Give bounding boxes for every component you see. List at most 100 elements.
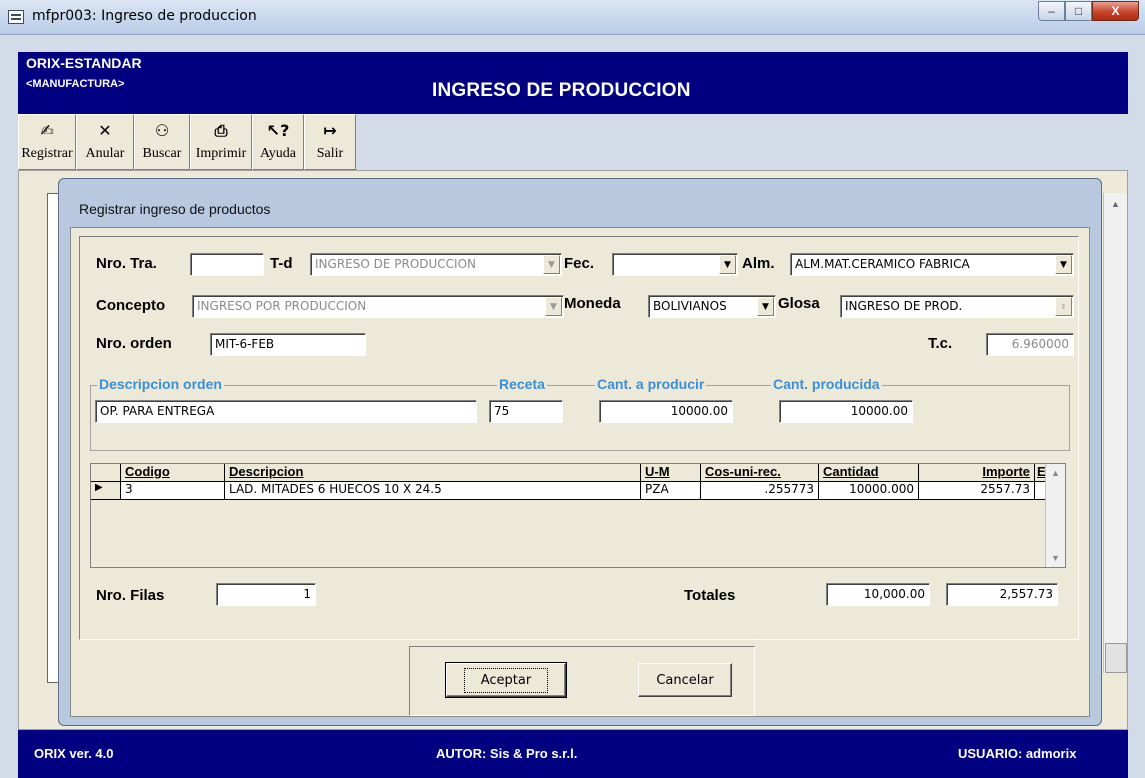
cell-um[interactable]: PZA: [641, 482, 701, 500]
fec-date-field[interactable]: ▼: [612, 253, 738, 276]
aceptar-button[interactable]: Aceptar: [445, 662, 567, 698]
dialog-title: Registrar ingreso de productos: [79, 201, 271, 217]
td-label: T-d: [270, 255, 293, 272]
total-cantidad-field[interactable]: 10,000.00: [826, 583, 930, 606]
imprimir-button[interactable]: ⎙ Imprimir: [190, 114, 252, 170]
button-frame: Aceptar Cancelar: [409, 646, 755, 716]
concepto-label: Concepto: [96, 297, 166, 314]
app-header: ORIX-ESTANDAR <MANUFACTURA> INGRESO DE P…: [18, 52, 1128, 114]
cell-cantidad[interactable]: 10000.000: [819, 482, 919, 500]
module-label: <MANUFACTURA>: [26, 78, 125, 90]
col-descripcion[interactable]: Descripcion: [225, 464, 641, 482]
cell-importe[interactable]: 2557.73: [919, 482, 1035, 500]
aceptar-label: Aceptar: [463, 667, 549, 693]
help-cursor-icon: ↖?: [266, 121, 290, 140]
table-row[interactable]: ▶ 3 LAD. MITADES 6 HUECOS 10 X 24.5 PZA …: [91, 482, 1047, 500]
receta-label: Receta: [497, 376, 547, 392]
cell-cos-uni-rec[interactable]: .255773: [701, 482, 819, 500]
scroll-up-arrow-icon[interactable]: ▲: [1104, 193, 1127, 215]
col-cantidad[interactable]: Cantidad: [819, 464, 919, 482]
imprimir-label: Imprimir: [195, 146, 247, 161]
col-um[interactable]: U-M: [641, 464, 701, 482]
scroll-down-arrow-icon[interactable]: ▼: [1046, 549, 1065, 567]
nro-tra-label: Nro. Tra.: [96, 255, 157, 272]
close-button[interactable]: X: [1092, 1, 1139, 21]
maximize-button[interactable]: □: [1065, 1, 1092, 21]
window-controls: – □ X: [1038, 1, 1139, 21]
items-grid[interactable]: Codigo Descripcion U-M Cos-uni-rec. Cant…: [90, 463, 1066, 568]
x-icon: ✕: [98, 121, 112, 140]
nro-filas-field[interactable]: 1: [216, 583, 316, 606]
app-icon: [8, 10, 24, 24]
scroll-thumb[interactable]: [1105, 643, 1127, 673]
version-label: ORIX ver. 4.0: [34, 746, 114, 761]
window-title: mfpr003: Ingreso de produccion: [32, 8, 257, 24]
nro-orden-label: Nro. orden: [96, 335, 172, 352]
total-importe-field[interactable]: 2,557.73: [946, 583, 1058, 606]
nro-tra-field[interactable]: [190, 253, 264, 276]
alm-label: Alm.: [742, 255, 775, 272]
totales-label: Totales: [684, 587, 736, 604]
buscar-button[interactable]: ⚇ Buscar: [134, 114, 190, 170]
fec-label: Fec.: [564, 255, 595, 272]
edit-hand-icon: ✍: [40, 121, 54, 140]
cell-codigo[interactable]: 3: [121, 482, 225, 500]
minimize-button[interactable]: –: [1038, 1, 1065, 21]
spin-arrows-icon[interactable]: ⇕: [1055, 297, 1072, 316]
chevron-down-icon[interactable]: ▼: [757, 297, 774, 316]
window-titlebar[interactable]: mfpr003: Ingreso de produccion – □ X: [0, 0, 1145, 35]
toolbar: ✍ Registrar ✕ Anular ⚇ Buscar ⎙ Imprimir…: [18, 114, 356, 170]
cancelar-button[interactable]: Cancelar: [638, 663, 732, 697]
dialog-client: Nro. Tra. T-d INGRESO DE PRODUCCION ▼ Fe…: [70, 227, 1090, 717]
form-panel: Nro. Tra. T-d INGRESO DE PRODUCCION ▼ Fe…: [79, 236, 1079, 640]
concepto-value: INGRESO POR PRODUCCION: [197, 299, 367, 313]
glosa-field[interactable]: INGRESO DE PROD. ⇕: [840, 295, 1074, 318]
registrar-ingreso-dialog: Registrar ingreso de productos Nro. Tra.…: [58, 178, 1102, 726]
scroll-up-arrow-icon[interactable]: ▲: [1046, 464, 1065, 482]
printer-icon: ⎙: [214, 121, 228, 140]
grid-scrollbar[interactable]: ▲ ▼: [1045, 464, 1065, 567]
registrar-button[interactable]: ✍ Registrar: [18, 114, 76, 170]
chevron-down-icon[interactable]: ▼: [545, 297, 562, 316]
nro-filas-label: Nro. Filas: [96, 587, 165, 604]
ayuda-label: Ayuda: [259, 146, 297, 161]
background-scrollbar[interactable]: ▲: [1103, 193, 1127, 673]
moneda-value: BOLIVIANOS: [653, 299, 727, 313]
col-codigo[interactable]: Codigo: [121, 464, 225, 482]
row-pointer-icon: ▶: [91, 482, 121, 500]
cant-producida-label: Cant. producida: [771, 376, 882, 392]
col-importe[interactable]: Importe: [919, 464, 1035, 482]
chevron-down-icon[interactable]: ▼: [719, 255, 736, 274]
cant-producida-field[interactable]: 10000.00: [779, 400, 913, 423]
tc-label: T.c.: [928, 335, 953, 352]
col-cos-uni-rec[interactable]: Cos-uni-rec.: [701, 464, 819, 482]
descripcion-orden-label: Descripcion orden: [97, 376, 224, 392]
moneda-select[interactable]: BOLIVIANOS ▼: [648, 295, 776, 318]
status-bar: ORIX ver. 4.0 AUTOR: Sis & Pro s.r.l. US…: [18, 730, 1128, 778]
td-value: INGRESO DE PRODUCCION: [315, 257, 477, 271]
moneda-label: Moneda: [564, 295, 621, 312]
registrar-label: Registrar: [21, 146, 73, 161]
concepto-select[interactable]: INGRESO POR PRODUCCION ▼: [192, 295, 564, 318]
row-selector-header: [91, 464, 121, 482]
td-select[interactable]: INGRESO DE PRODUCCION ▼: [310, 253, 562, 276]
salir-label: Salir: [316, 146, 344, 161]
anular-label: Anular: [85, 146, 125, 161]
cell-descripcion[interactable]: LAD. MITADES 6 HUECOS 10 X 24.5: [225, 482, 641, 500]
chevron-down-icon[interactable]: ▼: [1055, 255, 1072, 274]
chevron-down-icon[interactable]: ▼: [543, 255, 560, 274]
salir-button[interactable]: ↦ Salir: [304, 114, 356, 170]
cant-a-producir-label: Cant. a producir: [595, 376, 707, 392]
receta-field[interactable]: 75: [489, 400, 563, 423]
alm-value: ALM.MAT.CERAMICO FABRICA: [795, 257, 970, 271]
alm-select[interactable]: ALM.MAT.CERAMICO FABRICA ▼: [790, 253, 1074, 276]
glosa-label: Glosa: [778, 295, 820, 312]
page-title: INGRESO DE PRODUCCION: [432, 80, 691, 101]
nro-orden-field[interactable]: MIT-6-FEB: [210, 333, 366, 356]
brand-label: ORIX-ESTANDAR: [26, 55, 142, 71]
cant-a-producir-field[interactable]: 10000.00: [599, 400, 733, 423]
descripcion-orden-field[interactable]: OP. PARA ENTREGA: [95, 400, 477, 423]
tc-field[interactable]: 6.960000: [986, 333, 1074, 356]
anular-button[interactable]: ✕ Anular: [76, 114, 134, 170]
ayuda-button[interactable]: ↖? Ayuda: [252, 114, 304, 170]
